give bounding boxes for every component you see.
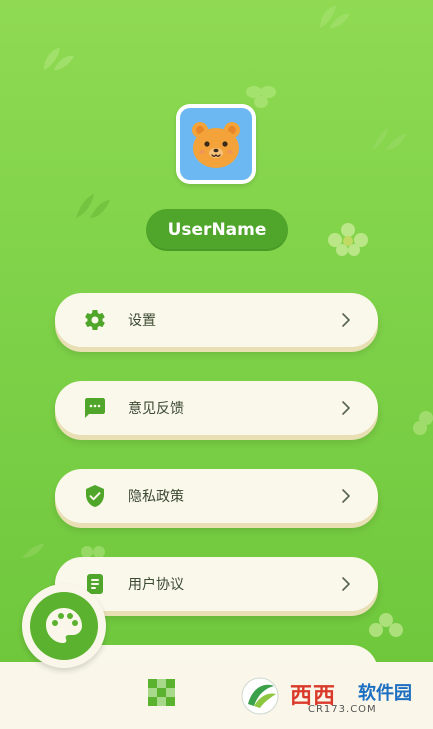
leaf-decoration (370, 126, 408, 152)
watermark-logo: 西西 软件园 CR173.COM (234, 674, 416, 718)
gear-icon (83, 308, 107, 332)
leaf-decoration (316, 2, 352, 32)
avatar[interactable] (176, 104, 256, 184)
chevron-right-icon (340, 311, 352, 329)
menu-item-user-agreement[interactable]: 用户协议 (55, 557, 378, 611)
username-label: UserName (167, 220, 267, 240)
bear-avatar-icon (180, 108, 252, 180)
menu-item-label: 用户协议 (128, 577, 184, 593)
chevron-right-icon (340, 487, 352, 505)
tab-pixel-grid[interactable] (146, 677, 178, 709)
watermark-brand2: 软件园 (358, 683, 412, 704)
menu-item-label: 设置 (128, 313, 156, 329)
leaf-decoration (20, 540, 60, 560)
leaf-decoration (74, 190, 112, 220)
menu-item-feedback[interactable]: 意见反馈 (55, 381, 378, 435)
pixel-grid-icon (146, 679, 178, 713)
watermark-sub: CR173.COM (308, 704, 377, 715)
flower-decoration (412, 410, 433, 436)
flower-decoration (325, 222, 371, 256)
palette-icon (30, 592, 98, 660)
menu-item-settings[interactable]: 设置 (55, 293, 378, 347)
profile-screen: UserName 设置 意见反馈 隐私政策 用户协议 西西 软件园 CR173.… (0, 0, 433, 729)
menu-item-label: 隐私政策 (128, 489, 184, 505)
menu-item-privacy[interactable]: 隐私政策 (55, 469, 378, 523)
leaf-decoration (40, 44, 76, 74)
shield-check-icon (83, 484, 107, 508)
feedback-icon (83, 396, 107, 420)
username-badge[interactable]: UserName (146, 209, 288, 251)
chevron-right-icon (340, 575, 352, 593)
chevron-right-icon (340, 399, 352, 417)
tab-palette[interactable] (22, 584, 106, 668)
menu-item-label: 意见反馈 (128, 401, 184, 417)
flower-decoration (368, 612, 404, 642)
